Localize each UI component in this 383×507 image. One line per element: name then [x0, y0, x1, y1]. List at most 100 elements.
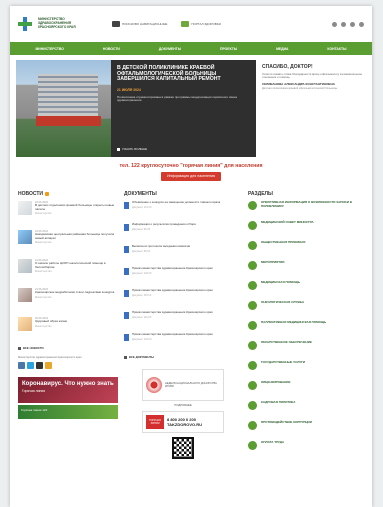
thanks-text: Хочется сказать слова благодарности врач…: [262, 72, 362, 80]
qr-code[interactable]: [172, 437, 194, 459]
section-link[interactable]: ЛЕКАРСТВЕННОЕ ОБЕСПЕЧЕНИЕ: [248, 340, 364, 357]
takzdorovo-banner[interactable]: ГОРЯЧАЯ ЛИНИЯ 8 800 200 0 200 TAKZDOROVO.…: [142, 411, 224, 433]
section-link[interactable]: МЕДИЦИНСКИЙ СОВЕТ МИНИСТРА: [248, 220, 364, 237]
document-item[interactable]: Приказ министерства здравоохранения Крас…: [124, 288, 242, 307]
ok-icon[interactable]: [36, 362, 43, 370]
document-item[interactable]: Приказ министерства здравоохранения Крас…: [124, 310, 242, 329]
document-item[interactable]: Выписка из протокола заседания комиссии Д…: [124, 244, 242, 263]
hotline-banner[interactable]: Горячая линия 122: [18, 405, 118, 420]
blood-donation-banner[interactable]: НЕДЕЛЯ НАЦИОНАЛЬНОГО ДОНОРСТВА КРОВИ: [142, 369, 224, 401]
main-nav: МИНИСТЕРСТВО НОВОСТИ ДОКУМЕНТЫ ПРОЕКТЫ М…: [10, 42, 372, 55]
staff-icon: [248, 401, 257, 410]
logo-cross-icon[interactable]: [18, 17, 32, 31]
nav-contacts[interactable]: КОНТАКТЫ: [327, 47, 346, 51]
reception-icon: [248, 241, 257, 250]
section-link[interactable]: ОБЩЕСТВЕННАЯ ПРИЕМНАЯ: [248, 240, 364, 257]
document-item[interactable]: Приказ министерства здравоохранения Крас…: [124, 332, 242, 351]
covid-banner[interactable]: Коронавирус. Что нужно знать Горячая лин…: [18, 377, 118, 404]
news-item[interactable]: 21.06.2024 Красноярские медработники стал…: [18, 288, 118, 313]
document-icon: [124, 224, 129, 231]
section-link[interactable]: ОПЛАТА ТРУДА: [248, 440, 364, 457]
news-item[interactable]: 22.06.2024 Назаровская центральная районн…: [18, 230, 118, 255]
news-thumbnail[interactable]: [18, 317, 32, 331]
license-icon: [248, 381, 257, 390]
nav-ministry[interactable]: МИНИСТЕРСТВО: [35, 47, 63, 51]
rss-icon[interactable]: [45, 192, 50, 196]
nav-documents[interactable]: ДОКУМЕНТЫ: [159, 47, 181, 51]
document-icon: [124, 268, 129, 275]
news-item[interactable]: 21.06.2024 О начале работы ЦКОП онкологич…: [18, 259, 118, 284]
arrow-icon: [124, 355, 127, 359]
document-item[interactable]: Объявление о конкурсе на замещение должн…: [124, 200, 242, 219]
doctor-name[interactable]: СЕЛИВАНОВА АЛЕКСАНДРА КОНСТАНТИНОВНА: [262, 82, 364, 87]
news-thumbnail[interactable]: [18, 230, 32, 244]
slider-more-link[interactable]: УЗНАТЬ БОЛЬШЕ: [117, 147, 250, 151]
section-link[interactable]: ПАЛЛИАТИВНАЯ МЕДИЦИНСКАЯ ПОМОЩЬ: [248, 320, 364, 337]
slider-title[interactable]: В ДЕТСКОЙ ПОЛИКЛИНИКЕ КРАЕВОЙ ОФТАЛЬМОЛО…: [117, 65, 250, 83]
page: МИНИСТЕРСТВО ЗДРАВООХРАНЕНИЯ КРАСНОЯРСКО…: [10, 6, 372, 507]
telegram-icon[interactable]: [27, 362, 34, 370]
calendar-icon: [248, 201, 257, 210]
section-link[interactable]: ГОСУДАРСТВЕННЫЕ УСЛУГИ: [248, 360, 364, 377]
all-documents-link[interactable]: ВСЕ ДОКУМЕНТЫ: [124, 355, 242, 359]
news-thumbnail[interactable]: [18, 201, 32, 215]
anticorruption-icon: [248, 421, 257, 430]
section-link[interactable]: ОНКОЛОГИЧЕСКАЯ СЛУЖБА: [248, 300, 364, 317]
news-column: НОВОСТИ 22.06.2024 В детских отделениях к…: [18, 191, 118, 461]
all-news-link[interactable]: ВСЕ НОВОСТИ: [18, 346, 118, 350]
news-item[interactable]: 20.06.2024 Здоровый образ жизни Министерст…: [18, 317, 118, 342]
arrow-icon: [117, 147, 120, 151]
search-icon[interactable]: [359, 21, 364, 27]
slider-photo[interactable]: [16, 60, 111, 157]
ministry-name[interactable]: МИНИСТЕРСТВО ЗДРАВООХРАНЕНИЯ КРАСНОЯРСКО…: [38, 17, 98, 29]
document-icon: [124, 290, 129, 297]
news-heading[interactable]: НОВОСТИ: [18, 191, 118, 197]
sections-heading[interactable]: РАЗДЕЛЫ: [248, 191, 364, 197]
social-icons: [332, 21, 364, 27]
nav-media[interactable]: МЕДИА: [276, 47, 288, 51]
vk-icon[interactable]: [332, 21, 337, 27]
content-columns: НОВОСТИ 22.06.2024 В детских отделениях к…: [18, 191, 364, 461]
slider-text: Поликлиника отремонтирована в рамках про…: [117, 94, 237, 103]
section-link[interactable]: ОПЕРАТИВНАЯ ИНФОРМАЦИЯ О ВОЗМОЖНОСТИ ЗАП…: [248, 200, 364, 217]
site-header: МИНИСТЕРСТВО ЗДРАВООХРАНЕНИЯ КРАСНОЯРСКО…: [10, 6, 372, 42]
info-for-population-button[interactable]: Информация для населения: [161, 172, 221, 181]
nav-projects[interactable]: ПРОЕКТЫ: [220, 47, 237, 51]
pill-icon: [248, 341, 257, 350]
section-link[interactable]: ЛИЦЕНЗИРОВАНИЕ: [248, 380, 364, 397]
events-icon: [248, 261, 257, 270]
palliative-icon: [248, 321, 257, 330]
section-link[interactable]: ПРОТИВОДЕЙСТВИЕ КОРРУПЦИИ: [248, 420, 364, 437]
thanks-doctor: СПАСИБО, ДОКТОР! Хочется сказать слова б…: [260, 60, 366, 157]
promo-banners: НЕДЕЛЯ НАЦИОНАЛЬНОГО ДОНОРСТВА КРОВИ ПОД…: [124, 369, 242, 459]
news-thumbnail[interactable]: [18, 288, 32, 302]
council-icon: [248, 221, 257, 230]
slider-info: В ДЕТСКОЙ ПОЛИКЛИНИКЕ КРАЕВОЙ ОФТАЛЬМОЛО…: [111, 60, 256, 157]
health-portal-link[interactable]: ПОРТАЛ ЗДОРОВЬЯ: [181, 21, 221, 27]
news-thumbnail[interactable]: [18, 259, 32, 273]
telegram-icon[interactable]: [350, 21, 355, 27]
document-item[interactable]: Информация о результатах проведения отбо…: [124, 222, 242, 241]
section-link[interactable]: МЕДИЦИНСКАЯ ПОМОЩЬ: [248, 280, 364, 297]
news-slider[interactable]: ▲3▼ В ДЕТСКОЙ ПОЛИКЛИНИКЕ КРАЕВОЙ ОФТАЛЬ…: [16, 60, 256, 157]
blood-drop-icon: [146, 377, 162, 393]
document-item[interactable]: Приказ министерства здравоохранения Крас…: [124, 266, 242, 285]
blood-more-link[interactable]: ПОДРОБНЕЕ: [174, 403, 192, 407]
ok-icon[interactable]: [341, 21, 346, 27]
social-links: [18, 362, 118, 370]
section-link[interactable]: КАДРОВАЯ ПОЛИТИКА: [248, 400, 364, 417]
ministry-note: Министерство здравоохранения Красноярско…: [18, 356, 82, 359]
section-link[interactable]: МЕРОПРИЯТИЯ: [248, 260, 364, 277]
news-item[interactable]: 22.06.2024 В детских отделениях краевой б…: [18, 201, 118, 226]
hotline-badge: ГОРЯЧАЯ ЛИНИЯ: [146, 415, 164, 429]
hero: ▲3▼ В ДЕТСКОЙ ПОЛИКЛИНИКЕ КРАЕВОЙ ОФТАЛЬ…: [16, 60, 366, 157]
documents-heading[interactable]: ДОКУМЕНТЫ: [124, 191, 242, 197]
thanks-title[interactable]: СПАСИБО, ДОКТОР!: [262, 64, 364, 70]
arrow-icon: [18, 346, 21, 350]
vk-icon[interactable]: [18, 362, 25, 370]
dzen-icon[interactable]: [45, 362, 52, 370]
gov-services-icon: [248, 361, 257, 370]
nav-link-search[interactable]: ПОИСКОВО НАВИГАЦИОННЫЕ: [112, 21, 167, 27]
document-icon: [124, 312, 129, 319]
nav-news[interactable]: НОВОСТИ: [103, 47, 120, 51]
